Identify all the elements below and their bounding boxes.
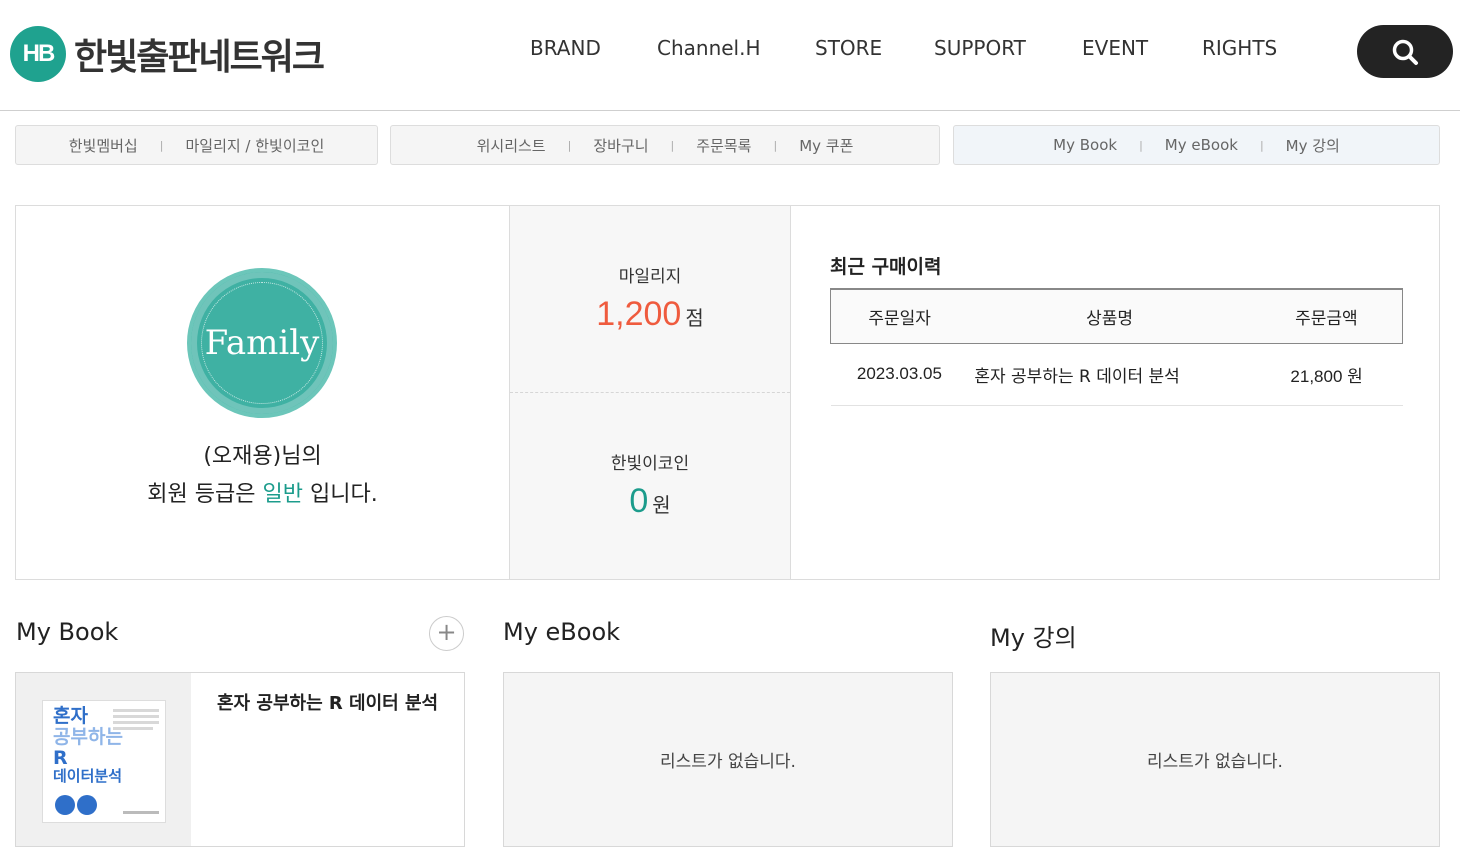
mileage-label: 마일리지	[618, 267, 682, 287]
nav-channel-h[interactable]: Channel.H	[657, 36, 815, 60]
recent-title: 최근 구매이력	[830, 256, 942, 278]
separator: |	[159, 138, 164, 152]
grade-prefix: 회원 등급은	[147, 482, 256, 507]
recent-table: 주문일자 상품명 주문금액 2023.03.05 혼자 공부하는 R 데이터 분…	[830, 288, 1403, 406]
grade-value: 일반	[262, 482, 303, 507]
recent-purchases: 최근 구매이력 주문일자 상품명 주문금액 2023.03.05 혼자 공부하는…	[830, 206, 1404, 579]
column-header-amount: 주문금액	[1250, 288, 1403, 344]
nav-store[interactable]: STORE	[815, 36, 934, 60]
myebook-card: 리스트가 없습니다.	[503, 672, 953, 847]
order-date: 2023.03.05	[830, 343, 969, 406]
mylecture-title: My 강의	[990, 624, 1077, 652]
mylecture-empty-message: 리스트가 없습니다.	[1147, 752, 1283, 772]
cover-line-2: 공부하는	[53, 726, 123, 748]
subnav-membership: 한빛멤버십 | 마일리지 / 한빛이코인	[15, 125, 378, 165]
grade-suffix: 입니다.	[309, 482, 378, 507]
mybook-more-button[interactable]: +	[429, 616, 464, 651]
book-cover[interactable]: 혼자 공부하는 R 데이터분석	[42, 700, 166, 823]
subnav-mileage-link[interactable]: 마일리지 / 한빛이코인	[185, 135, 324, 156]
coin-value: 0	[629, 482, 649, 520]
order-product[interactable]: 혼자 공부하는 R 데이터 분석	[968, 343, 1251, 406]
subnav-library: My Book | My eBook | My 강의	[953, 125, 1440, 165]
separator: |	[773, 138, 778, 152]
grade-line: 회원 등급은 일반 입니다.	[16, 476, 509, 508]
site-header: HB 한빛출판네트워크 BRAND Channel.H STORE SUPPOR…	[0, 0, 1460, 111]
book-thumbnail-area: 혼자 공부하는 R 데이터분석	[16, 673, 191, 846]
myebook-empty-message: 리스트가 없습니다.	[660, 752, 796, 772]
mybook-title: My Book	[16, 618, 119, 646]
order-amount: 21,800 원	[1250, 343, 1403, 406]
member-summary: Family (오재용)님의 회원 등급은 일반 입니다. 마일리지 1,200…	[15, 205, 1440, 580]
cover-line-3: R	[53, 747, 68, 769]
subnav-shopping: 위시리스트 | 장바구니 | 주문목록 | My 쿠폰	[390, 125, 940, 165]
subnav-coupon-link[interactable]: My 쿠폰	[799, 135, 853, 156]
subnav-cart-link[interactable]: 장바구니	[593, 135, 648, 156]
cover-line-4: 데이터분석	[53, 767, 123, 785]
subnav-orders-link[interactable]: 주문목록	[696, 135, 751, 156]
separator: |	[670, 138, 675, 152]
badge-label: Family	[204, 323, 320, 363]
mileage-block: 마일리지 1,200 점	[510, 206, 790, 393]
profile-panel: Family (오재용)님의 회원 등급은 일반 입니다.	[16, 206, 509, 579]
separator: |	[1139, 138, 1143, 152]
mylecture-card: 리스트가 없습니다.	[990, 672, 1440, 847]
logo-mark: HB	[10, 26, 66, 82]
table-row[interactable]: 2023.03.05 혼자 공부하는 R 데이터 분석 21,800 원	[830, 343, 1403, 406]
points-panel: 마일리지 1,200 점 한빛이코인 0원	[509, 206, 791, 579]
column-header-product: 상품명	[968, 288, 1251, 344]
separator: |	[1259, 138, 1264, 152]
mileage-value: 1,200	[596, 295, 682, 333]
subnav-mybook-link[interactable]: My Book	[1053, 136, 1117, 154]
column-header-date: 주문일자	[830, 288, 969, 344]
mybook-card[interactable]: 혼자 공부하는 R 데이터분석 혼자 공부하는 R 데이터 분석	[15, 672, 465, 847]
coin-block: 한빛이코인 0원	[510, 393, 790, 579]
cover-line-1: 혼자	[53, 705, 88, 727]
subnav-mylecture-link[interactable]: My 강의	[1286, 135, 1340, 156]
search-button[interactable]	[1357, 25, 1453, 78]
nav-rights[interactable]: RIGHTS	[1202, 36, 1292, 60]
nav-brand[interactable]: BRAND	[530, 36, 657, 60]
subnav-wishlist-link[interactable]: 위시리스트	[477, 135, 546, 156]
main-nav: BRAND Channel.H STORE SUPPORT EVENT RIGH…	[530, 36, 1292, 60]
coin-amount: 0원	[510, 482, 790, 521]
user-name-line: (오재용)님의	[203, 444, 322, 469]
mileage-unit: 점	[685, 308, 704, 330]
subnav-membership-link[interactable]: 한빛멤버십	[69, 135, 138, 156]
nav-event[interactable]: EVENT	[1082, 36, 1202, 60]
coin-label: 한빛이코인	[610, 454, 690, 474]
table-header-row: 주문일자 상품명 주문금액	[830, 288, 1403, 344]
coin-unit: 원	[652, 495, 671, 517]
separator: |	[567, 138, 572, 152]
mileage-amount: 1,200 점	[510, 295, 790, 334]
subnav-myebook-link[interactable]: My eBook	[1165, 136, 1238, 154]
myebook-title: My eBook	[503, 618, 621, 646]
nav-support[interactable]: SUPPORT	[934, 36, 1082, 60]
search-icon	[1392, 39, 1418, 65]
logo-text: 한빛출판네트워크	[74, 37, 325, 78]
logo[interactable]: HB 한빛출판네트워크	[10, 26, 325, 82]
book-title[interactable]: 혼자 공부하는 R 데이터 분석	[217, 689, 438, 715]
membership-badge: Family	[187, 268, 337, 418]
